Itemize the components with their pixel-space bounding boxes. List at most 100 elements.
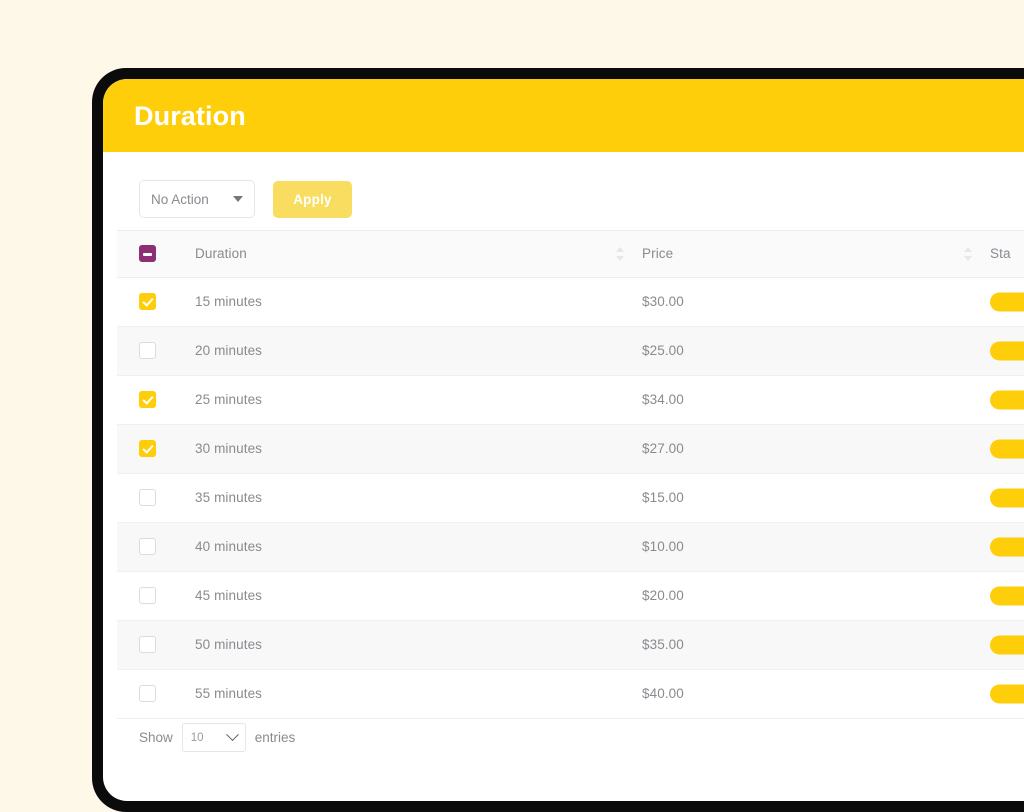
bulk-action-select-value: No Action bbox=[151, 191, 209, 207]
table-row[interactable]: 40 minutes $10.00 bbox=[117, 523, 1024, 572]
row-select-checkbox[interactable] bbox=[139, 489, 156, 507]
cell-duration: 50 minutes bbox=[195, 636, 642, 654]
sort-icon-duration[interactable] bbox=[616, 247, 624, 261]
table-row[interactable]: 30 minutes $27.00 bbox=[117, 425, 1024, 474]
column-header-duration-label: Duration bbox=[195, 246, 247, 261]
column-header-price-label: Price bbox=[642, 246, 674, 261]
table-footer: Show 10 entries bbox=[139, 723, 295, 752]
cell-duration-text: 40 minutes bbox=[195, 539, 263, 554]
cell-duration-text: 35 minutes bbox=[195, 490, 263, 505]
cell-price-text: $15.00 bbox=[642, 490, 684, 505]
row-select-checkbox[interactable] bbox=[139, 587, 156, 605]
device-bezel: Duration No Action Apply Duration Price … bbox=[92, 68, 1024, 812]
cell-price: $35.00 bbox=[642, 636, 990, 654]
status-badge[interactable] bbox=[990, 586, 1024, 606]
cell-duration-text: 30 minutes bbox=[195, 441, 263, 456]
row-select-checkbox[interactable] bbox=[139, 391, 156, 409]
table-row[interactable]: 15 minutes $30.00 bbox=[117, 278, 1024, 327]
chevron-down-icon bbox=[225, 728, 239, 742]
status-badge[interactable] bbox=[990, 292, 1024, 312]
row-select-checkbox[interactable] bbox=[139, 538, 156, 556]
cell-price-text: $10.00 bbox=[642, 539, 684, 554]
cell-price-text: $30.00 bbox=[642, 294, 684, 309]
column-header-price[interactable]: Price bbox=[642, 245, 990, 263]
table-row[interactable]: 20 minutes $25.00 bbox=[117, 327, 1024, 376]
row-select-cell bbox=[117, 685, 195, 703]
app-screen: Duration No Action Apply Duration Price … bbox=[103, 79, 1024, 801]
bulk-action-select[interactable]: No Action bbox=[139, 180, 255, 218]
cell-price: $34.00 bbox=[642, 391, 990, 409]
apply-button[interactable]: Apply bbox=[273, 180, 352, 218]
table-body: 15 minutes $30.00 20 minutes $25.00 25 minut… bbox=[117, 278, 1024, 719]
row-select-checkbox[interactable] bbox=[139, 636, 156, 654]
cell-duration: 35 minutes bbox=[195, 489, 642, 507]
row-select-cell bbox=[117, 391, 195, 409]
cell-price: $10.00 bbox=[642, 538, 990, 556]
status-badge[interactable] bbox=[990, 390, 1024, 410]
entries-suffix-label: entries bbox=[254, 730, 296, 745]
bulk-action-toolbar: No Action Apply bbox=[139, 180, 352, 218]
table-row[interactable]: 25 minutes $34.00 bbox=[117, 376, 1024, 425]
cell-duration-text: 45 minutes bbox=[195, 588, 263, 603]
status-badge[interactable] bbox=[990, 537, 1024, 557]
cell-price-text: $20.00 bbox=[642, 588, 684, 603]
table-header-row: Duration Price Sta bbox=[117, 230, 1024, 278]
table-row[interactable]: 45 minutes $20.00 bbox=[117, 572, 1024, 621]
table-row[interactable]: 35 minutes $15.00 bbox=[117, 474, 1024, 523]
durations-table: Duration Price Sta 15 minutes $30.00 20 mi… bbox=[117, 230, 1024, 719]
cell-duration-text: 20 minutes bbox=[195, 343, 263, 358]
cell-price: $15.00 bbox=[642, 489, 990, 507]
row-select-cell bbox=[117, 440, 195, 458]
cell-price: $30.00 bbox=[642, 293, 990, 311]
row-select-cell bbox=[117, 538, 195, 556]
cell-price-text: $34.00 bbox=[642, 392, 684, 407]
table-row[interactable]: 55 minutes $40.00 bbox=[117, 670, 1024, 719]
cell-duration-text: 50 minutes bbox=[195, 637, 263, 652]
cell-duration-text: 55 minutes bbox=[195, 686, 263, 701]
status-badge[interactable] bbox=[990, 439, 1024, 459]
status-badge[interactable] bbox=[990, 341, 1024, 361]
row-select-cell bbox=[117, 489, 195, 507]
column-header-status-label: Sta bbox=[990, 246, 1011, 261]
row-select-cell bbox=[117, 342, 195, 360]
row-select-checkbox[interactable] bbox=[139, 440, 156, 458]
cell-duration: 45 minutes bbox=[195, 587, 642, 605]
status-badge[interactable] bbox=[990, 635, 1024, 655]
content-card: No Action Apply Duration Price Sta 15 mi… bbox=[117, 152, 1024, 801]
cell-price: $27.00 bbox=[642, 440, 990, 458]
entries-per-page-value: 10 bbox=[190, 731, 204, 744]
sort-icon-price[interactable] bbox=[964, 247, 972, 261]
cell-price-text: $35.00 bbox=[642, 637, 684, 652]
cell-price-text: $25.00 bbox=[642, 343, 684, 358]
row-select-cell bbox=[117, 636, 195, 654]
cell-duration: 15 minutes bbox=[195, 293, 642, 311]
row-select-checkbox[interactable] bbox=[139, 342, 156, 360]
cell-duration: 25 minutes bbox=[195, 391, 642, 409]
cell-price: $20.00 bbox=[642, 587, 990, 605]
page-header: Duration bbox=[103, 79, 1024, 152]
column-header-duration[interactable]: Duration bbox=[195, 245, 642, 263]
cell-duration: 55 minutes bbox=[195, 685, 642, 703]
row-select-checkbox[interactable] bbox=[139, 685, 156, 703]
cell-price: $40.00 bbox=[642, 685, 990, 703]
chevron-down-icon bbox=[233, 196, 243, 202]
status-badge[interactable] bbox=[990, 488, 1024, 508]
row-select-cell bbox=[117, 587, 195, 605]
cell-price-text: $27.00 bbox=[642, 441, 684, 456]
cell-price: $25.00 bbox=[642, 342, 990, 360]
row-select-checkbox[interactable] bbox=[139, 293, 156, 311]
column-header-status[interactable]: Sta bbox=[990, 245, 1024, 263]
page-title: Duration bbox=[134, 101, 246, 131]
cell-duration-text: 25 minutes bbox=[195, 392, 263, 407]
cell-duration: 40 minutes bbox=[195, 538, 642, 556]
cell-duration-text: 15 minutes bbox=[195, 294, 263, 309]
status-badge[interactable] bbox=[990, 684, 1024, 704]
select-all-checkbox[interactable] bbox=[139, 245, 156, 263]
show-entries-label: Show bbox=[139, 730, 173, 745]
table-row[interactable]: 50 minutes $35.00 bbox=[117, 621, 1024, 670]
entries-per-page-select[interactable]: 10 bbox=[181, 723, 246, 752]
select-all-cell bbox=[117, 245, 195, 263]
cell-price-text: $40.00 bbox=[642, 686, 684, 701]
row-select-cell bbox=[117, 293, 195, 311]
cell-duration: 30 minutes bbox=[195, 440, 642, 458]
